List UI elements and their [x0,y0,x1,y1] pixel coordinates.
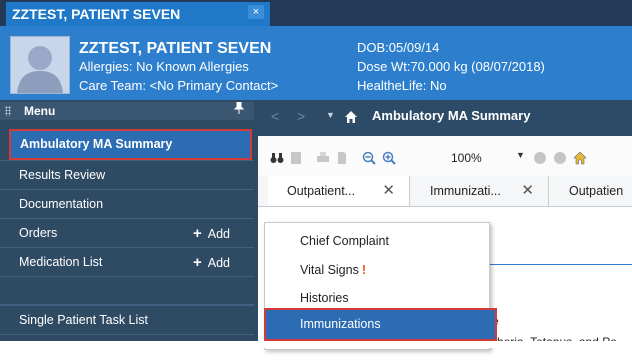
bottom-edge [0,341,632,348]
plus-icon: + [192,225,202,242]
menu-header: Menu [0,102,254,120]
dob-text: DOB:05/09/14 [357,40,440,55]
zoom-out-icon[interactable] [362,151,376,165]
sidebar-item-results-review[interactable]: Results Review [0,160,254,189]
orders-add-button[interactable]: + Add [193,219,230,249]
close-icon[interactable]: × [248,5,264,19]
plus-icon: + [192,254,202,271]
chevron-down-icon[interactable]: ▼ [516,150,525,160]
sidebar-item-single-patient-task-list[interactable]: Single Patient Task List [0,305,254,334]
dropdown-item-histories[interactable]: Histories [300,291,349,305]
divider [488,264,632,265]
sidebar-item-documentation[interactable]: Documentation [0,189,254,218]
tab-outpatient[interactable]: Outpatient... ✕ [268,176,410,206]
home-icon[interactable] [573,151,587,165]
patient-tab[interactable]: ZZTEST, PATIENT SEVEN [6,2,270,26]
patient-banner: ZZTEST, PATIENT SEVEN Allergies: No Know… [0,26,632,100]
settings-icon[interactable] [553,151,567,165]
dropdown-item-vital-signs[interactable]: Vital Signs! [300,263,366,277]
dropdown-item-immunizations[interactable]: Immunizations [264,308,497,341]
sidebar-item-label: Documentation [19,197,104,211]
healthelife-text: HealtheLife: No [357,78,447,93]
document-icon[interactable] [290,151,302,165]
sidebar-item-orders[interactable]: Orders + Add [0,218,254,247]
pin-icon[interactable] [233,101,245,120]
close-icon[interactable]: ✕ [382,176,395,206]
back-icon[interactable]: < [271,108,279,124]
home-icon[interactable] [344,110,358,124]
medication-add-button[interactable]: + Add [193,248,230,278]
sidebar-spacer [0,276,254,305]
dose-weight-text: Dose Wt:70.000 kg (08/07/2018) [357,59,545,74]
print-icon[interactable] [316,151,330,165]
sidebar-item-label: Orders [19,226,58,240]
care-team-text[interactable]: Care Team: <No Primary Contact> [79,78,278,93]
avatar [10,36,70,94]
alert-icon: ! [361,263,367,277]
sidebar-item-label: Single Patient Task List [19,313,149,327]
chevron-down-icon[interactable]: ▼ [326,110,335,120]
zoom-in-icon[interactable] [382,151,396,165]
page-title: Ambulatory MA Summary [372,108,531,123]
close-icon[interactable]: ✕ [521,176,534,206]
sidebar-item-label: Medication List [19,255,103,269]
tab-outpatient-2[interactable]: Outpatien [550,176,632,206]
dropdown-item-chief-complaint[interactable]: Chief Complaint [300,234,389,248]
zoom-level[interactable]: 100% [451,151,482,165]
print-preview-icon[interactable] [336,151,348,165]
sidebar-item-medication-list[interactable]: Medication List + Add [0,247,254,276]
patient-name: ZZTEST, PATIENT SEVEN [79,40,272,57]
binoculars-icon[interactable] [270,151,284,165]
forward-icon[interactable]: > [297,108,305,124]
sidebar-item-ambulatory-ma-summary[interactable]: Ambulatory MA Summary [9,129,252,160]
sidebar-item-visit-summary[interactable]: Visit Summary [0,334,254,363]
tab-immunizations[interactable]: Immunizati... ✕ [411,176,549,206]
sidebar-item-label: Results Review [19,168,106,182]
refresh-icon[interactable] [533,151,547,165]
grip-icon[interactable] [5,106,11,116]
allergies-text[interactable]: Allergies: No Known Allergies [79,59,249,74]
